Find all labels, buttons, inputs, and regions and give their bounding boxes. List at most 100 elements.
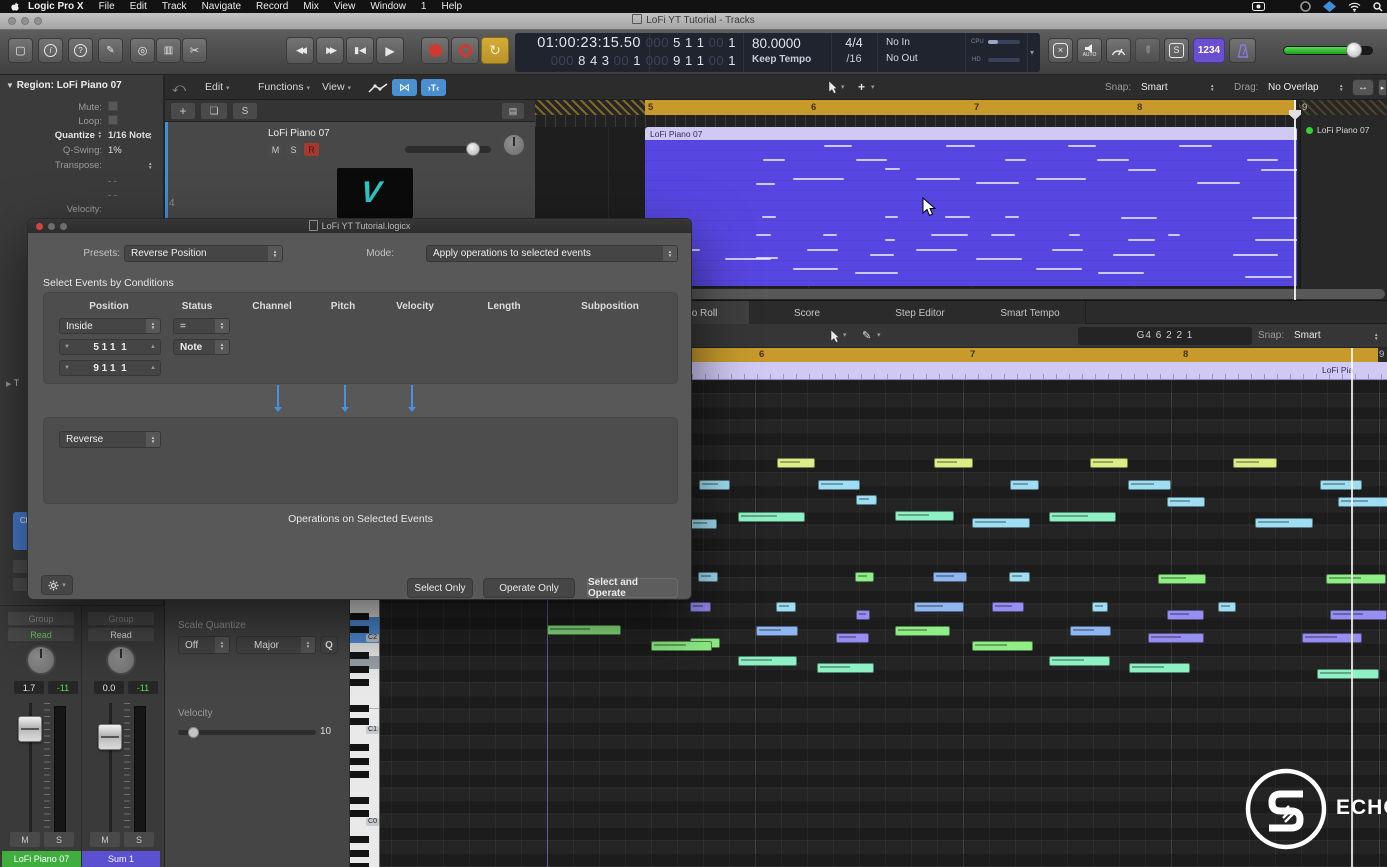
position-to-stepper[interactable]: ▼ 9 1 1 1 ▲ <box>59 360 161 376</box>
midi-note[interactable] <box>690 519 717 529</box>
tab-step-editor[interactable]: Step Editor <box>865 301 976 325</box>
midi-note[interactable] <box>1218 602 1236 612</box>
piano-key-black[interactable] <box>350 770 369 778</box>
lcd-position[interactable]: 000 5 1 1 00 1 000 9 1 1 00 1 <box>646 33 742 72</box>
mixer-gain-value[interactable]: 0.0 <box>94 681 124 694</box>
lcd-smpte[interactable]: 01:00:23:15.50 000 8 4 3 00 1 <box>515 33 647 72</box>
midi-note[interactable] <box>895 626 950 636</box>
piano-key-black[interactable] <box>350 718 369 726</box>
midi-note[interactable] <box>1330 610 1387 620</box>
collapsed-track-disclosure[interactable]: ▶ T <box>6 378 19 388</box>
midi-note[interactable] <box>698 572 718 582</box>
menu-view[interactable]: View <box>334 1 356 12</box>
mixer-solo-button[interactable]: S <box>44 832 74 847</box>
midi-note[interactable] <box>836 633 869 643</box>
punch-icon[interactable]: × <box>1048 38 1073 63</box>
piano-key-black[interactable] <box>350 652 369 660</box>
mixer-group-button[interactable]: Group <box>8 612 74 625</box>
gear-menu-button[interactable]: ▾ <box>41 575 73 595</box>
fader-cap[interactable] <box>18 716 42 742</box>
editors-icon[interactable]: ✂ <box>182 38 207 63</box>
menu-1[interactable]: 1 <box>421 1 427 12</box>
midi-note[interactable] <box>1158 574 1206 584</box>
midi-note[interactable] <box>1317 669 1379 679</box>
dialog-zoom-button[interactable] <box>60 223 67 230</box>
play-button[interactable]: ▶ <box>376 37 404 64</box>
drag-menu[interactable]: No Overlap <box>1268 75 1319 100</box>
track-solo-toggle[interactable]: S <box>286 143 301 156</box>
lcd-time-signature[interactable]: 4/4 /16 <box>831 33 876 72</box>
midi-note[interactable] <box>1010 480 1039 490</box>
menu-logic-pro-x[interactable]: Logic Pro X <box>28 1 84 12</box>
position-from-stepper[interactable]: ▼ 5 1 1 1 ▲ <box>59 339 161 355</box>
menu-file[interactable]: File <box>99 1 115 12</box>
mixer-pan-knob[interactable] <box>26 645 56 675</box>
record-button[interactable] <box>421 37 449 64</box>
editor-pencil-chevron-icon[interactable]: ▾ <box>877 324 881 348</box>
menu-track[interactable]: Track <box>162 1 187 12</box>
midi-note[interactable] <box>1302 633 1362 643</box>
midi-note[interactable] <box>895 511 954 521</box>
edit-menu[interactable]: Edit ▾ <box>205 75 230 101</box>
select-and-operate-button[interactable]: Select and Operate <box>587 577 678 599</box>
midi-note[interactable] <box>914 602 964 612</box>
piano-key-black[interactable] <box>350 757 369 765</box>
midi-note[interactable] <box>1009 572 1030 582</box>
piano-key-black[interactable] <box>350 626 369 634</box>
menu-mix[interactable]: Mix <box>303 1 319 12</box>
mode-menu[interactable]: Apply operations to selected events ▲ ▼ <box>426 245 678 262</box>
playhead[interactable] <box>1294 100 1296 300</box>
midi-note[interactable] <box>1167 610 1204 620</box>
pencil-icon[interactable]: ✎ <box>1135 38 1160 63</box>
minimize-window-button[interactable] <box>21 17 29 25</box>
midi-note[interactable] <box>1128 480 1171 490</box>
midi-region-header[interactable]: LoFi Piano 07 <box>645 127 1297 140</box>
midi-note[interactable] <box>818 480 860 490</box>
automation-icon[interactable] <box>368 83 388 93</box>
cycle-region[interactable] <box>645 100 1296 115</box>
position-condition-menu[interactable]: Inside ▲ ▼ <box>59 318 161 334</box>
menu-navigate[interactable]: Navigate <box>202 1 241 12</box>
metronome-icon[interactable] <box>1229 38 1256 63</box>
close-window-button[interactable] <box>8 17 16 25</box>
catch-playhead-icon[interactable]: ›T‹ <box>421 79 446 96</box>
piano-key-black[interactable] <box>350 744 369 752</box>
piano-key-black[interactable] <box>350 705 369 712</box>
snap-chevron-icon[interactable]: ▲ ▼ <box>1210 83 1214 92</box>
mixer-solo-button[interactable]: S <box>124 832 154 847</box>
midi-note[interactable] <box>933 572 967 582</box>
tab-score[interactable]: Score <box>749 301 866 325</box>
editor-snap-menu[interactable]: Smart <box>1294 324 1321 348</box>
lcd-io[interactable]: No In No Out <box>877 33 964 72</box>
mixer-automation-button[interactable]: Read <box>8 628 74 641</box>
track-on-dot[interactable] <box>1306 127 1313 134</box>
region-qswing-row[interactable]: Q-Swing: 1% <box>0 145 160 157</box>
mixer-pan-knob[interactable] <box>106 645 136 675</box>
midi-note[interactable] <box>856 610 870 620</box>
midi-region-body[interactable] <box>645 140 1297 286</box>
midi-note[interactable] <box>1090 458 1128 468</box>
velocity-slider-thumb[interactable] <box>188 727 199 738</box>
midi-note[interactable] <box>547 625 621 635</box>
menu-help[interactable]: Help <box>441 1 462 12</box>
midi-note[interactable] <box>756 626 798 636</box>
piano-key-black[interactable] <box>350 810 369 818</box>
midi-note[interactable] <box>972 518 1030 528</box>
status-value-menu[interactable]: Note ▲ ▼ <box>173 339 230 355</box>
secondary-tool-icon[interactable]: + <box>858 75 865 100</box>
menu-window[interactable]: Window <box>370 1 406 12</box>
midi-note[interactable] <box>817 663 874 673</box>
midi-note[interactable] <box>1070 626 1111 636</box>
region-transpose-row[interactable]: Transpose: ▲ ▼ <box>0 160 160 172</box>
operate-only-button[interactable]: Operate Only <box>483 578 575 598</box>
count-in-button[interactable]: 1234 <box>1193 38 1225 63</box>
functions-menu[interactable]: Functions ▾ <box>258 75 310 101</box>
quantize-q-button[interactable]: Q <box>320 636 338 654</box>
midi-note[interactable] <box>699 480 730 490</box>
piano-key-black[interactable] <box>350 849 369 857</box>
midi-note[interactable] <box>1129 663 1190 673</box>
lcd-display[interactable]: 01:00:23:15.50 000 8 4 3 00 1 000 5 1 1 … <box>515 33 1040 72</box>
region-mute-row[interactable]: Mute: <box>0 101 160 113</box>
midi-note[interactable] <box>776 602 796 612</box>
midi-note[interactable] <box>934 458 973 468</box>
